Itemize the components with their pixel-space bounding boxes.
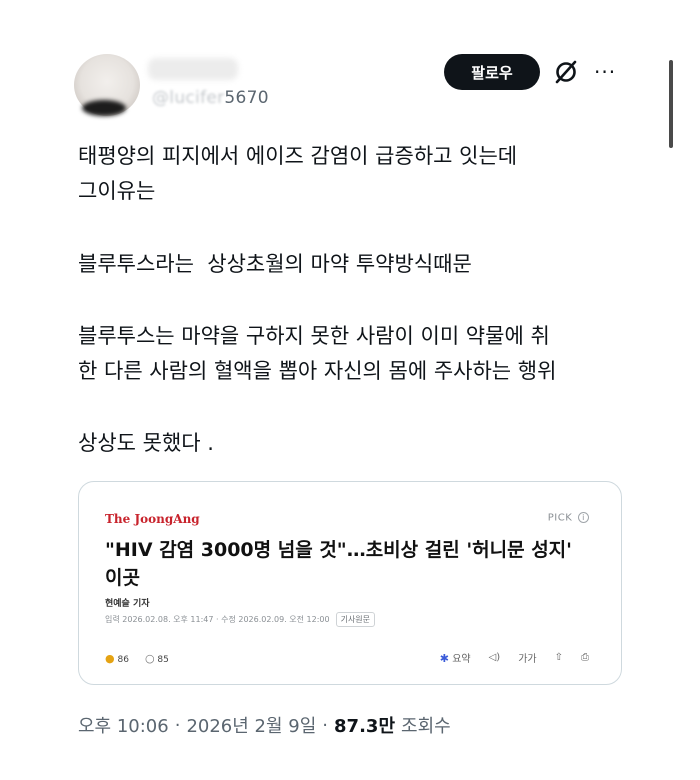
handle-visible-part: 5670 (224, 88, 269, 108)
article-reporter: 현예슬 기자 (105, 599, 150, 609)
print-icon: ⎙ (581, 652, 589, 663)
info-icon: i (578, 512, 589, 523)
pick-label: PICK (547, 512, 573, 524)
meta-separator: · (174, 714, 181, 736)
share-icon: ⇧ (554, 652, 563, 663)
tweet-date[interactable]: 2026년 2월 9일 (186, 712, 316, 738)
article-headline: "HIV 감염 3000명 넘을 것"…초비상 걸린 '허니문 성지' 이곳 (105, 536, 595, 592)
meta-separator: · (322, 714, 329, 736)
reaction-count: 86 (117, 655, 129, 665)
handle-redacted-part: @lucifer (152, 88, 225, 108)
headline-line-1: "HIV 감염 3000명 넘을 것"…초비상 걸린 '허니문 성지' (105, 539, 572, 561)
summary-label: 요약 (452, 654, 471, 665)
view-count: 87.3만 (334, 716, 396, 737)
tweet-time[interactable]: 오후 10:06 (78, 712, 169, 738)
scrollbar[interactable] (669, 60, 673, 148)
comment-count: 85 (157, 655, 169, 665)
summary-tool: ✱ 요약 (440, 650, 471, 665)
text-size-icon: 가가 (518, 654, 537, 665)
view-label: 조회수 (401, 716, 451, 737)
follow-button[interactable]: 팔로우 (444, 54, 540, 90)
tweet-text-line: 상상도 못했다 . (78, 431, 214, 455)
user-handle[interactable]: @lucifer5670 (152, 88, 269, 108)
news-card[interactable]: The JoongAng PICK i "HIV 감염 3000명 넘을 것"…… (78, 481, 622, 685)
dateline-text: 입력 2026.02.08. 오후 11:47 · 수정 2026.02.09.… (105, 615, 330, 624)
publisher-logo: The JoongAng (105, 512, 200, 526)
article-dateline: 입력 2026.02.08. 오후 11:47 · 수정 2026.02.09.… (105, 612, 376, 627)
grok-icon[interactable] (552, 58, 580, 86)
comment-icon: ○ (144, 652, 155, 665)
avatar[interactable] (74, 54, 140, 116)
reactions: ● 86 (105, 652, 129, 665)
display-name-redacted[interactable] (148, 58, 238, 80)
audio-icon: ◁) (488, 652, 501, 663)
article-tools: ✱ 요약 ◁) 가가 ⇧ ⎙ (440, 650, 589, 665)
article-reactions: ● 86 ○ 85 (105, 652, 169, 665)
tweet-text-line: 한 다른 사람의 혈액을 뽑아 자신의 몸에 주사하는 행위 (78, 359, 557, 383)
comments: ○ 85 (145, 652, 169, 665)
more-options-icon[interactable]: ··· (594, 62, 616, 82)
tweet-text-line: 블루투스는 마약을 구하지 못한 사람이 이미 약물에 취 (78, 324, 550, 348)
headline-line-2: 이곳 (105, 567, 140, 589)
original-article-button: 기사원문 (335, 612, 376, 627)
tweet-text-line: 태평양의 피지에서 에이즈 감염이 급증하고 잇는데 (78, 144, 518, 168)
summary-icon: ✱ (439, 652, 450, 665)
article-screenshot: The JoongAng PICK i "HIV 감염 3000명 넘을 것"…… (89, 492, 611, 674)
tweet-text-line: 그이유는 (78, 179, 156, 203)
tweet-meta: 오후 10:06 · 2026년 2월 9일 · 87.3만 조회수 (78, 712, 451, 738)
pick-badge: PICK i (548, 512, 589, 524)
reaction-emoji-icon: ● (105, 652, 115, 665)
tweet-text-line: 블루투스라는 상상초월의 마약 투약방식때문 (78, 252, 472, 276)
